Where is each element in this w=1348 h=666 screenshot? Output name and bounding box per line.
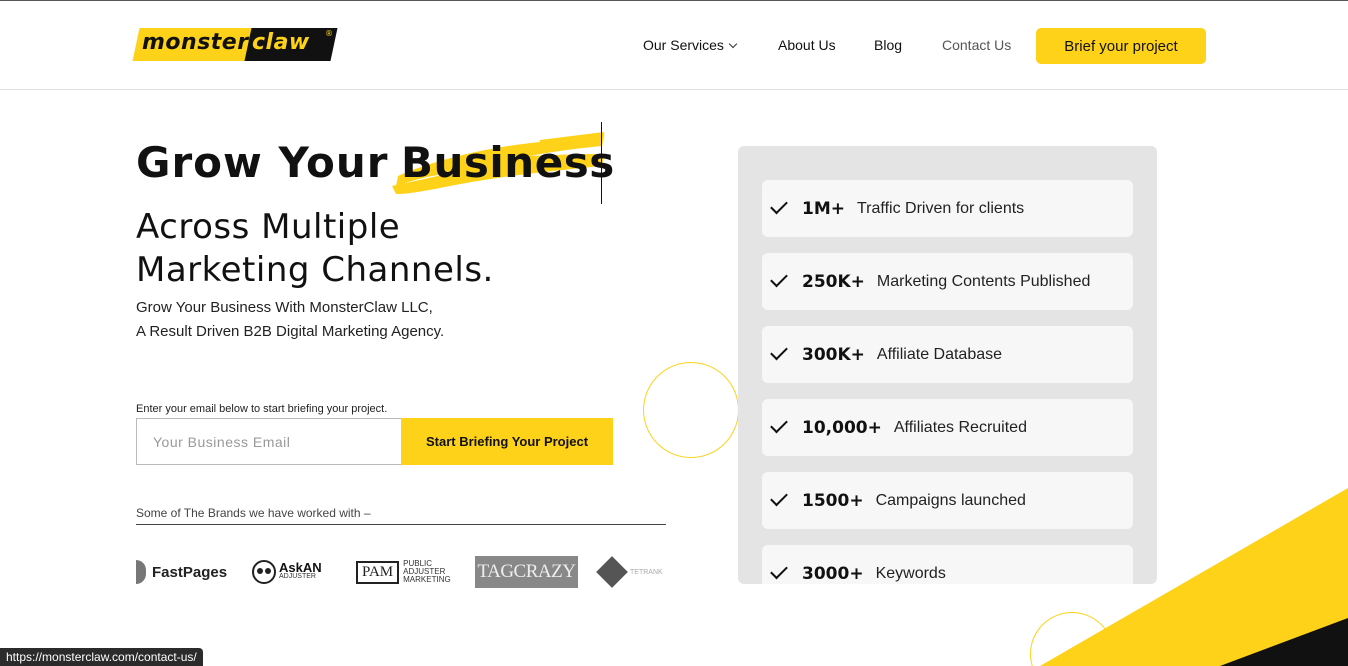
stat-label: Marketing Contents Published <box>876 272 1091 290</box>
chevron-down-icon <box>728 39 738 49</box>
hero-description-line2: A Result Driven B2B Digital Marketing Ag… <box>136 323 445 340</box>
stat-number: 1M+ <box>802 198 845 219</box>
stat-label: Keywords <box>875 564 946 582</box>
hero-title-accent: Business <box>401 138 615 187</box>
stat-number: 3000+ <box>802 563 864 584</box>
brand-fastpages-text: FastPages <box>152 563 228 581</box>
email-hint-text: Enter your email below to start briefing… <box>136 403 388 415</box>
stat-label: Campaigns launched <box>875 491 1026 509</box>
askan-main-text: AskAN <box>279 560 322 575</box>
stat-card: 3000+ Keywords <box>762 545 1133 584</box>
brand-logo-askan-adjuster: AskAN ADJUSTER <box>252 555 322 589</box>
brand-logo-tetrank: TETRANK <box>596 555 663 589</box>
pam-caption: PUBLIC ADJUSTER MARKETING <box>403 560 451 584</box>
hero-description: Grow Your Business With MonsterClaw LLC,… <box>136 296 444 344</box>
nav-about-us[interactable]: About Us <box>778 37 836 53</box>
stat-card: 10,000+ Affiliates Recruited <box>762 399 1133 456</box>
status-bar-url: https://monsterclaw.com/contact-us/ <box>0 648 203 666</box>
check-icon <box>770 415 788 434</box>
check-icon <box>770 561 788 580</box>
stat-number: 10,000+ <box>802 417 882 438</box>
business-email-input[interactable] <box>136 418 401 465</box>
stat-number: 1500+ <box>802 490 864 511</box>
brands-heading: Some of The Brands we have worked with – <box>136 506 371 520</box>
brand-logo-pam: PAM PUBLIC ADJUSTER MARKETING <box>356 555 451 589</box>
hero-description-line1: Grow Your Business With MonsterClaw LLC, <box>136 299 433 316</box>
nav-our-services-label: Our Services <box>643 37 724 53</box>
start-briefing-button[interactable]: Start Briefing Your Project <box>401 418 613 465</box>
stats-panel[interactable]: 1M+ Traffic Driven for clients 250K+ Mar… <box>738 146 1157 584</box>
decorative-circle-outline-bottom <box>1030 612 1114 666</box>
stat-card: 1500+ Campaigns launched <box>762 472 1133 529</box>
hero-title-lead: Grow Your <box>136 138 389 187</box>
stat-card: 300K+ Affiliate Database <box>762 326 1133 383</box>
stat-label: Affiliate Database <box>876 345 1003 363</box>
brand-tetrank-text: TETRANK <box>630 568 663 576</box>
nav-blog[interactable]: Blog <box>874 37 902 53</box>
pam-box-text: PAM <box>356 560 400 584</box>
logo-text-left: monster <box>142 30 249 55</box>
pam-caption-line3: MARKETING <box>403 575 451 584</box>
askan-text: AskAN ADJUSTER <box>279 560 322 581</box>
check-icon <box>770 342 788 361</box>
logo-text-right: claw <box>252 30 310 55</box>
text-cursor <box>601 122 602 204</box>
hero-subtitle-line1: Across Multiple <box>136 207 401 247</box>
stat-card: 250K+ Marketing Contents Published <box>762 253 1133 310</box>
stat-number: 300K+ <box>802 344 865 365</box>
stat-label: Affiliates Recruited <box>893 418 1027 436</box>
brand-logo-tagcrazy: TAGCRAZY <box>475 556 578 588</box>
brands-divider <box>136 524 666 525</box>
stat-label: Traffic Driven for clients <box>857 199 1025 217</box>
askan-sub-text: ADJUSTER <box>279 573 316 580</box>
site-logo[interactable]: monster claw ® <box>132 28 338 61</box>
logo-registered-mark: ® <box>325 29 333 38</box>
hero-subtitle-line2: Marketing Channels. <box>136 250 494 290</box>
site-header: monster claw ® Our Services About Us Blo… <box>0 1 1348 90</box>
brief-your-project-button[interactable]: Brief your project <box>1036 28 1206 64</box>
stat-card: 1M+ Traffic Driven for clients <box>762 180 1133 237</box>
decorative-circle-outline <box>643 362 739 458</box>
check-icon <box>770 488 788 507</box>
check-icon <box>770 269 788 288</box>
fastpages-mark-icon <box>136 560 146 584</box>
tetrank-mark-icon <box>596 556 628 588</box>
check-icon <box>770 196 788 215</box>
brand-logo-fastpages: FastPages <box>136 555 227 589</box>
nav-contact-us[interactable]: Contact Us <box>942 37 1011 53</box>
owl-icon <box>252 560 276 584</box>
hero-subtitle: Across Multiple Marketing Channels. <box>136 206 494 292</box>
nav-our-services[interactable]: Our Services <box>643 37 738 53</box>
stat-number: 250K+ <box>802 271 865 292</box>
